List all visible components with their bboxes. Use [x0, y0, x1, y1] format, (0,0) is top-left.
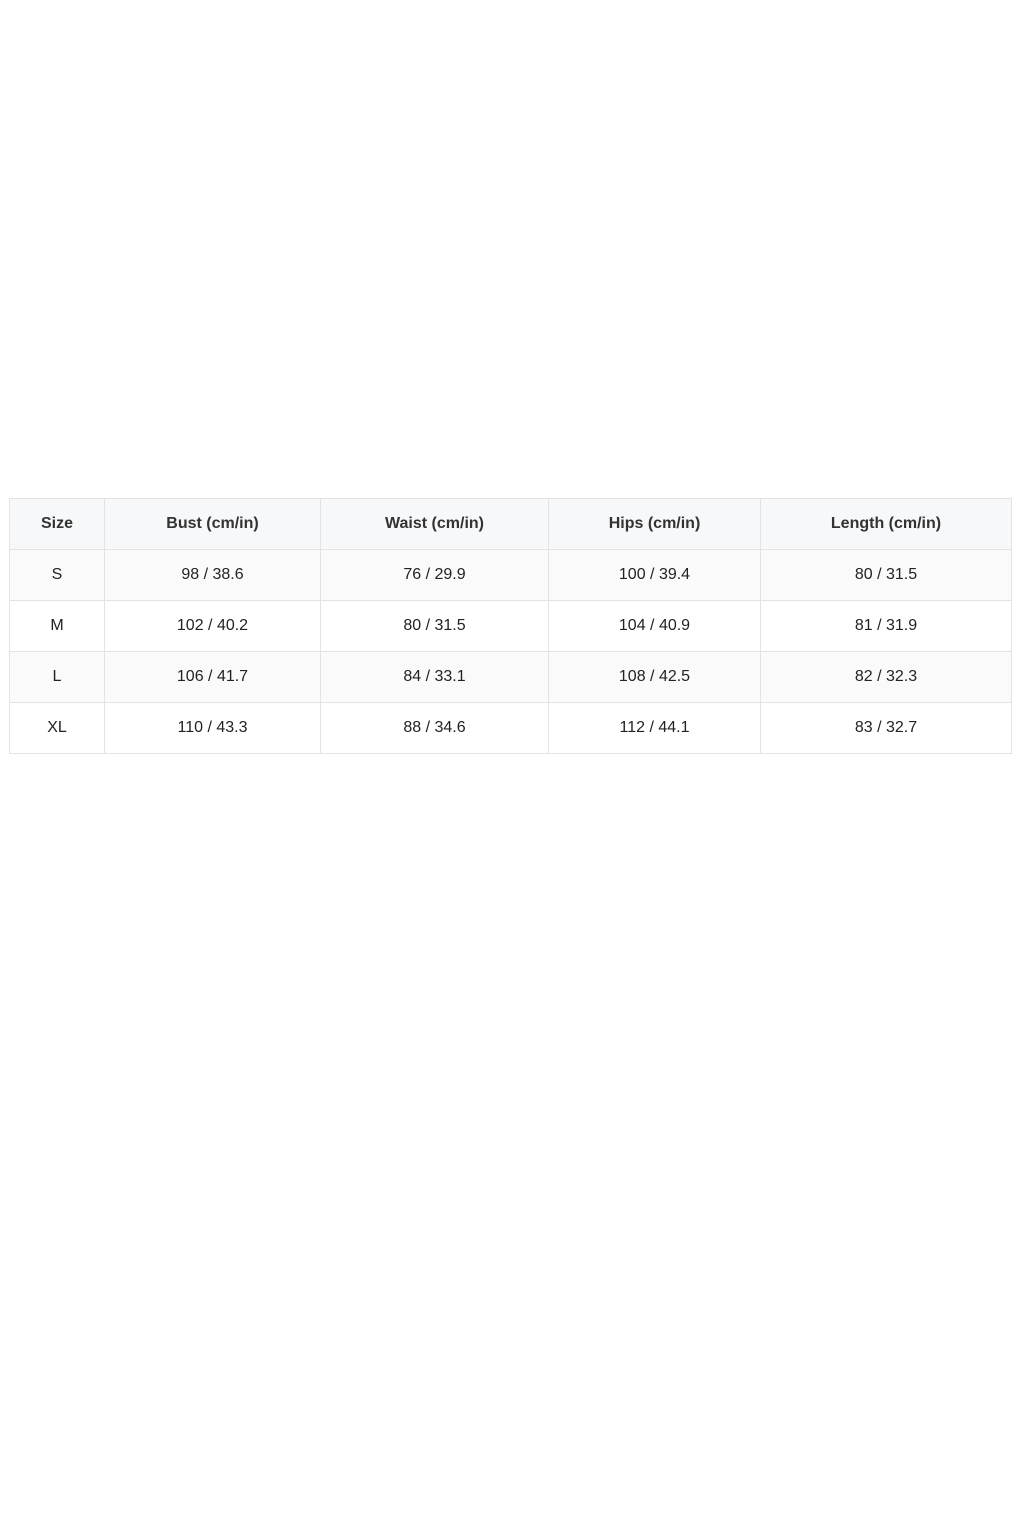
table-row: S 98 / 38.6 76 / 29.9 100 / 39.4 80 / 31…	[9, 549, 1012, 601]
cell-waist: 76 / 29.9	[320, 549, 549, 601]
cell-bust: 102 / 40.2	[104, 600, 321, 652]
header-waist: Waist (cm/in)	[320, 498, 549, 550]
cell-bust: 98 / 38.6	[104, 549, 321, 601]
header-hips: Hips (cm/in)	[548, 498, 761, 550]
cell-hips: 100 / 39.4	[548, 549, 761, 601]
cell-length: 81 / 31.9	[760, 600, 1012, 652]
size-chart-table: Size Bust (cm/in) Waist (cm/in) Hips (cm…	[9, 498, 1012, 754]
cell-length: 83 / 32.7	[760, 702, 1012, 754]
cell-waist: 84 / 33.1	[320, 651, 549, 703]
cell-size: L	[9, 651, 105, 703]
cell-bust: 106 / 41.7	[104, 651, 321, 703]
cell-size: M	[9, 600, 105, 652]
header-bust: Bust (cm/in)	[104, 498, 321, 550]
table-row: M 102 / 40.2 80 / 31.5 104 / 40.9 81 / 3…	[9, 600, 1012, 652]
cell-hips: 112 / 44.1	[548, 702, 761, 754]
table-header-row: Size Bust (cm/in) Waist (cm/in) Hips (cm…	[9, 498, 1012, 550]
cell-waist: 80 / 31.5	[320, 600, 549, 652]
cell-hips: 104 / 40.9	[548, 600, 761, 652]
cell-hips: 108 / 42.5	[548, 651, 761, 703]
table-row: L 106 / 41.7 84 / 33.1 108 / 42.5 82 / 3…	[9, 651, 1012, 703]
cell-size: S	[9, 549, 105, 601]
cell-length: 80 / 31.5	[760, 549, 1012, 601]
cell-waist: 88 / 34.6	[320, 702, 549, 754]
cell-size: XL	[9, 702, 105, 754]
cell-bust: 110 / 43.3	[104, 702, 321, 754]
table-row: XL 110 / 43.3 88 / 34.6 112 / 44.1 83 / …	[9, 702, 1012, 754]
header-size: Size	[9, 498, 105, 550]
header-length: Length (cm/in)	[760, 498, 1012, 550]
cell-length: 82 / 32.3	[760, 651, 1012, 703]
